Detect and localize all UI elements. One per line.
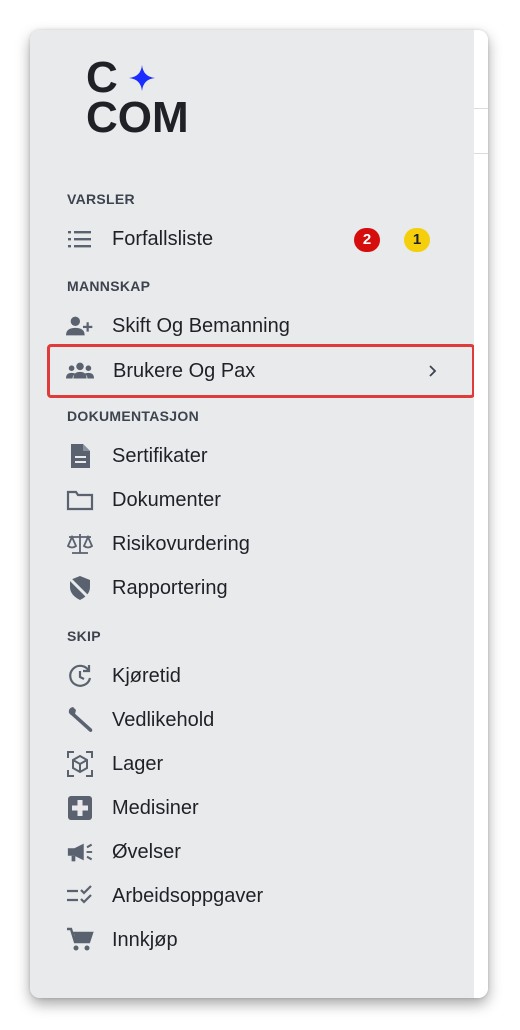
nav-item-label: Vedlikehold (112, 709, 215, 731)
divider (474, 153, 488, 154)
nav-item-label: Medisiner (112, 797, 199, 819)
section-heading-skip: SKIP (67, 628, 101, 644)
nav-item-label: Rapportering (112, 577, 228, 599)
checklist-icon (66, 884, 94, 908)
logo-line-2: COM (86, 93, 189, 142)
navigation-panel: C COM VARSLER Forfallsliste 2 1 MANNSKAP (30, 30, 488, 998)
clock-refresh-icon (66, 664, 94, 688)
nav-item-vedlikehold[interactable]: Vedlikehold (48, 698, 474, 742)
list-icon (66, 227, 94, 251)
nav-item-ovelser[interactable]: Øvelser (48, 830, 474, 874)
scale-icon (66, 532, 94, 556)
nav-item-label: Arbeidsoppgaver (112, 885, 264, 907)
nav-item-skift-og-bemanning[interactable]: Skift Og Bemanning (48, 304, 474, 348)
nav-item-label: Dokumenter (112, 489, 221, 511)
wrench-icon (66, 707, 94, 732)
alert-count-badge-yellow: 1 (404, 228, 430, 252)
sparkle-icon (129, 65, 155, 91)
nav-item-label: Forfallsliste (112, 228, 214, 250)
divider (474, 108, 488, 109)
nav-item-innkjop[interactable]: Innkjøp (48, 918, 474, 962)
chevron-right-icon (428, 364, 438, 383)
person-add-icon (66, 314, 94, 338)
medical-cross-icon (66, 796, 94, 820)
section-heading-varsler: VARSLER (67, 191, 135, 207)
shield-off-icon (66, 576, 94, 601)
nav-item-label: Øvelser (112, 841, 181, 863)
nav-item-lager[interactable]: Lager (48, 742, 474, 786)
nav-item-label: Brukere Og Pax (113, 360, 256, 382)
alert-count-badge-red: 2 (354, 228, 380, 252)
megaphone-icon (66, 840, 94, 864)
nav-item-brukere-og-pax[interactable]: Brukere Og Pax (47, 344, 475, 398)
content-edge (474, 30, 488, 998)
nav-item-kjoretid[interactable]: Kjøretid (48, 654, 474, 698)
cart-icon (66, 927, 94, 952)
section-heading-dokumentasjon: DOKUMENTASJON (67, 408, 199, 424)
nav-item-rapportering[interactable]: Rapportering (48, 566, 474, 610)
nav-item-sertifikater[interactable]: Sertifikater (48, 434, 474, 478)
nav-item-dokumenter[interactable]: Dokumenter (48, 478, 474, 522)
sidebar: C COM VARSLER Forfallsliste 2 1 MANNSKAP (30, 30, 475, 998)
nav-item-label: Innkjøp (112, 929, 178, 951)
nav-item-label: Skift Og Bemanning (112, 315, 290, 337)
nav-item-forfallsliste[interactable]: Forfallsliste 2 1 (48, 217, 474, 261)
nav-item-risikovurdering[interactable]: Risikovurdering (48, 522, 474, 566)
nav-item-label: Lager (112, 753, 164, 775)
folder-icon (66, 488, 94, 512)
brand-logo[interactable]: C COM (86, 56, 226, 144)
nav-item-arbeidsoppgaver[interactable]: Arbeidsoppgaver (48, 874, 474, 918)
group-icon (66, 359, 94, 383)
nav-item-label: Kjøretid (112, 665, 181, 687)
nav-item-label: Sertifikater (112, 445, 208, 467)
nav-item-medisiner[interactable]: Medisiner (48, 786, 474, 830)
document-icon (66, 444, 94, 468)
nav-item-label: Risikovurdering (112, 533, 250, 555)
section-heading-mannskap: MANNSKAP (67, 278, 151, 294)
box-scan-icon (66, 751, 94, 777)
